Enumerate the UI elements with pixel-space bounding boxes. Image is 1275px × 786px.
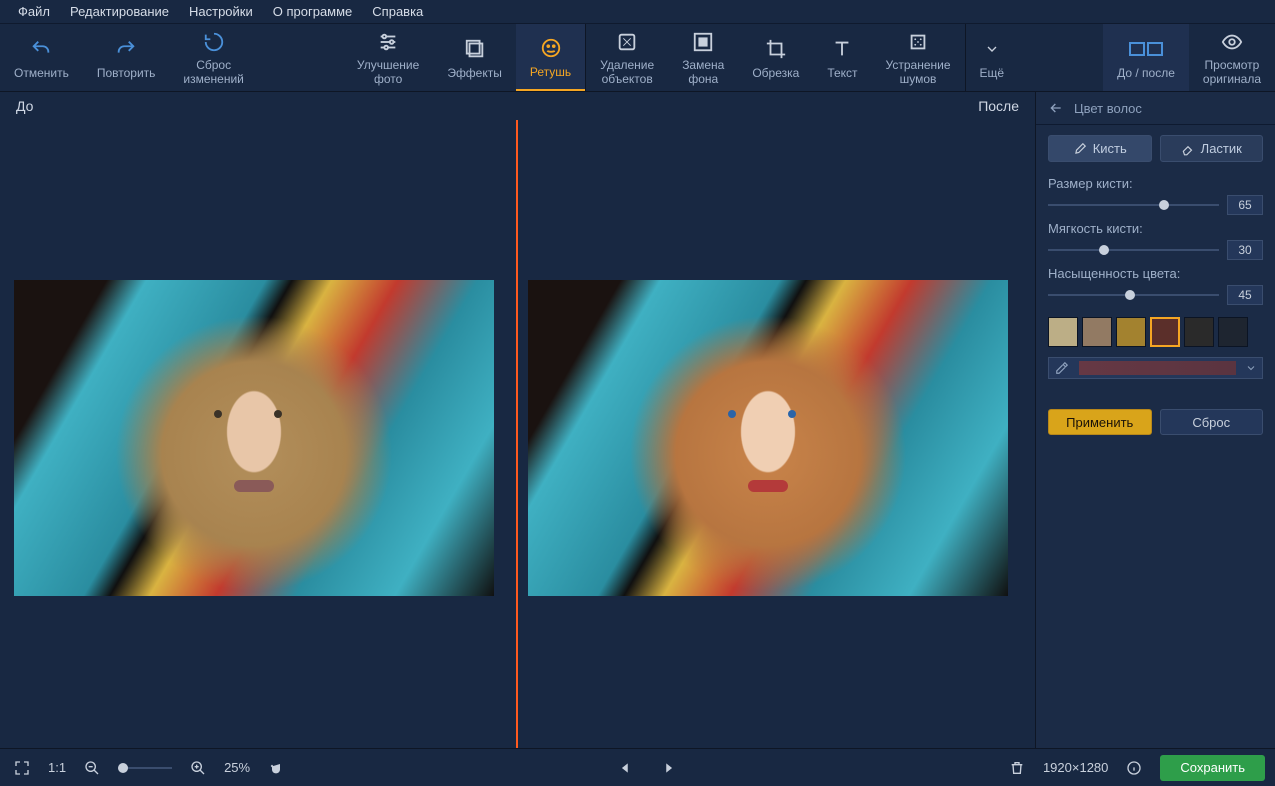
eye-icon	[1221, 29, 1243, 55]
brush-softness-value[interactable]: 30	[1227, 240, 1263, 260]
redo-icon	[115, 36, 137, 62]
before-label: До	[16, 98, 33, 114]
main: До После	[0, 92, 1275, 748]
text-button[interactable]: Текст	[813, 24, 871, 91]
back-button[interactable]	[1048, 100, 1064, 116]
object-removal-button[interactable]: Удаление объектов	[586, 24, 668, 91]
color-picker-bar[interactable]	[1048, 357, 1263, 379]
background-replace-button[interactable]: Замена фона	[668, 24, 738, 91]
view-original-button[interactable]: Просмотр оригинала	[1189, 24, 1275, 91]
zoom-out-button[interactable]	[80, 756, 104, 780]
eraser-icon	[616, 29, 638, 55]
swatch-0[interactable]	[1048, 317, 1078, 347]
noise-icon	[907, 29, 929, 55]
stack-icon	[464, 36, 486, 62]
brush-icon	[1073, 142, 1087, 156]
eraser-tool-icon	[1181, 142, 1195, 156]
color-saturation-value[interactable]: 45	[1227, 285, 1263, 305]
delete-button[interactable]	[1005, 756, 1029, 780]
reset-button[interactable]: Сброс	[1160, 409, 1264, 435]
crop-icon	[765, 36, 787, 62]
color-strip[interactable]	[1079, 361, 1236, 375]
reset-icon	[203, 29, 225, 55]
save-button[interactable]: Сохранить	[1160, 755, 1265, 781]
face-icon	[540, 35, 562, 61]
undo-icon	[30, 36, 52, 62]
menu-help[interactable]: Справка	[362, 1, 433, 22]
background-icon	[692, 29, 714, 55]
swatch-4[interactable]	[1184, 317, 1214, 347]
swatch-2[interactable]	[1116, 317, 1146, 347]
brush-size-label: Размер кисти:	[1048, 176, 1263, 191]
menu-edit[interactable]: Редактирование	[60, 1, 179, 22]
canvas: До После	[0, 92, 1035, 748]
color-saturation-slider[interactable]	[1048, 287, 1219, 303]
image-before[interactable]	[14, 280, 494, 596]
toolbar: Отменить Повторить Сброс изменений Улучш…	[0, 24, 1275, 92]
swatch-5[interactable]	[1218, 317, 1248, 347]
image-after[interactable]	[528, 280, 1008, 596]
effects-button[interactable]: Эффекты	[433, 24, 516, 91]
apply-button[interactable]: Применить	[1048, 409, 1152, 435]
prev-button[interactable]	[614, 756, 638, 780]
fit-actual-button[interactable]: 1:1	[48, 760, 66, 775]
menu-settings[interactable]: Настройки	[179, 1, 263, 22]
compare-icon	[1129, 36, 1163, 62]
reset-changes-button[interactable]: Сброс изменений	[169, 24, 257, 91]
bottombar: 1:1 25% 1920×1280 Сохранить	[0, 748, 1275, 786]
more-button[interactable]: Ещё	[966, 24, 1019, 91]
menubar: Файл Редактирование Настройки О программ…	[0, 0, 1275, 24]
fullscreen-button[interactable]	[10, 756, 34, 780]
before-after-toggle[interactable]: До / после	[1103, 24, 1189, 91]
undo-button[interactable]: Отменить	[0, 24, 83, 91]
enhance-button[interactable]: Улучшение фото	[343, 24, 433, 91]
side-panel: Цвет волос Кисть Ластик Размер кисти: 65…	[1035, 92, 1275, 748]
zoom-percent: 25%	[224, 760, 250, 775]
info-button[interactable]	[1122, 756, 1146, 780]
menu-about[interactable]: О программе	[263, 1, 363, 22]
text-icon	[831, 36, 853, 62]
hand-tool-button[interactable]	[264, 756, 288, 780]
color-swatches	[1036, 307, 1275, 351]
swatch-1[interactable]	[1082, 317, 1112, 347]
denoise-button[interactable]: Устранение шумов	[872, 24, 965, 91]
next-button[interactable]	[656, 756, 680, 780]
color-dropdown[interactable]	[1240, 362, 1262, 374]
redo-button[interactable]: Повторить	[83, 24, 170, 91]
chevron-down-icon	[984, 36, 1000, 62]
brush-softness-label: Мягкость кисти:	[1048, 221, 1263, 236]
swatch-3[interactable]	[1150, 317, 1180, 347]
eraser-tab[interactable]: Ластик	[1160, 135, 1264, 162]
brush-softness-slider[interactable]	[1048, 242, 1219, 258]
brush-tab[interactable]: Кисть	[1048, 135, 1152, 162]
sliders-icon	[377, 29, 399, 55]
eyedropper-icon[interactable]	[1049, 361, 1075, 375]
after-label: После	[978, 98, 1019, 114]
crop-button[interactable]: Обрезка	[738, 24, 813, 91]
brush-size-slider[interactable]	[1048, 197, 1219, 213]
retouch-button[interactable]: Ретушь	[516, 24, 585, 91]
zoom-in-button[interactable]	[186, 756, 210, 780]
menu-file[interactable]: Файл	[8, 1, 60, 22]
color-saturation-label: Насыщенность цвета:	[1048, 266, 1263, 281]
brush-size-value[interactable]: 65	[1227, 195, 1263, 215]
zoom-slider[interactable]	[118, 767, 172, 769]
compare-divider[interactable]	[516, 120, 518, 748]
panel-title: Цвет волос	[1074, 101, 1142, 116]
image-dimensions: 1920×1280	[1043, 760, 1108, 775]
